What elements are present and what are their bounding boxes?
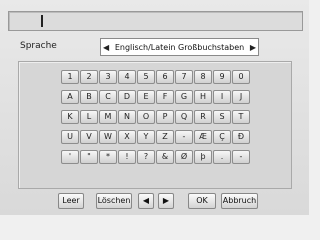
key[interactable]: F bbox=[156, 90, 174, 104]
key[interactable]: Ð bbox=[232, 130, 250, 144]
keyboard-panel: 1 2 3 4 5 6 7 8 9 0 A B C D E F G H I J … bbox=[18, 61, 292, 189]
key[interactable]: N bbox=[118, 110, 136, 124]
space-button[interactable]: Leer bbox=[58, 193, 84, 209]
key[interactable]: Q bbox=[175, 110, 193, 124]
key[interactable]: E bbox=[137, 90, 155, 104]
key[interactable]: W bbox=[99, 130, 117, 144]
key[interactable]: ' bbox=[61, 150, 79, 164]
key[interactable]: Z bbox=[156, 130, 174, 144]
text-caret bbox=[41, 15, 43, 27]
key[interactable]: 4 bbox=[118, 70, 136, 84]
key[interactable]: * bbox=[99, 150, 117, 164]
ok-button[interactable]: OK bbox=[188, 193, 216, 209]
key[interactable]: T bbox=[232, 110, 250, 124]
key[interactable]: 8 bbox=[194, 70, 212, 84]
key[interactable]: 2 bbox=[80, 70, 98, 84]
key[interactable]: M bbox=[99, 110, 117, 124]
key[interactable]: " bbox=[80, 150, 98, 164]
language-prev-arrow-icon[interactable]: ◀ bbox=[103, 43, 109, 52]
key[interactable]: 0 bbox=[232, 70, 250, 84]
key[interactable]: I bbox=[213, 90, 231, 104]
key[interactable]: ? bbox=[137, 150, 155, 164]
key[interactable]: Æ bbox=[194, 130, 212, 144]
key[interactable]: & bbox=[156, 150, 174, 164]
key[interactable]: 1 bbox=[61, 70, 79, 84]
key[interactable]: P bbox=[156, 110, 174, 124]
cursor-right-button[interactable]: ▶ bbox=[158, 193, 174, 209]
key[interactable]: . bbox=[213, 150, 231, 164]
language-label: Sprache bbox=[20, 41, 57, 51]
cursor-left-button[interactable]: ◀ bbox=[138, 193, 154, 209]
key[interactable]: J bbox=[232, 90, 250, 104]
delete-button[interactable]: Löschen bbox=[96, 193, 132, 209]
key[interactable]: G bbox=[175, 90, 193, 104]
cancel-button[interactable]: Abbruch bbox=[221, 193, 258, 209]
key[interactable]: U bbox=[61, 130, 79, 144]
key[interactable]: Ø bbox=[175, 150, 193, 164]
key[interactable]: 6 bbox=[156, 70, 174, 84]
language-next-arrow-icon[interactable]: ▶ bbox=[250, 43, 256, 52]
key[interactable]: R bbox=[194, 110, 212, 124]
key[interactable]: X bbox=[118, 130, 136, 144]
keyboard-dialog: Sprache ◀ Englisch/Latein Großbuchstaben… bbox=[0, 0, 309, 215]
key[interactable]: A bbox=[61, 90, 79, 104]
key[interactable]: 7 bbox=[175, 70, 193, 84]
key[interactable]: ! bbox=[118, 150, 136, 164]
key[interactable]: 5 bbox=[137, 70, 155, 84]
language-selector[interactable]: ◀ Englisch/Latein Großbuchstaben ▶ bbox=[100, 38, 259, 56]
key[interactable]: - bbox=[232, 150, 250, 164]
key[interactable]: D bbox=[118, 90, 136, 104]
language-value: Englisch/Latein Großbuchstaben bbox=[114, 42, 245, 52]
key[interactable]: S bbox=[213, 110, 231, 124]
key[interactable]: þ bbox=[194, 150, 212, 164]
key[interactable]: Ç bbox=[213, 130, 231, 144]
key[interactable]: K bbox=[61, 110, 79, 124]
key[interactable]: L bbox=[80, 110, 98, 124]
key[interactable]: - bbox=[175, 130, 193, 144]
key[interactable]: 3 bbox=[99, 70, 117, 84]
key[interactable]: H bbox=[194, 90, 212, 104]
key[interactable]: 9 bbox=[213, 70, 231, 84]
key[interactable]: C bbox=[99, 90, 117, 104]
text-input[interactable] bbox=[8, 11, 303, 31]
key[interactable]: B bbox=[80, 90, 98, 104]
key[interactable]: Y bbox=[137, 130, 155, 144]
key[interactable]: O bbox=[137, 110, 155, 124]
key[interactable]: V bbox=[80, 130, 98, 144]
